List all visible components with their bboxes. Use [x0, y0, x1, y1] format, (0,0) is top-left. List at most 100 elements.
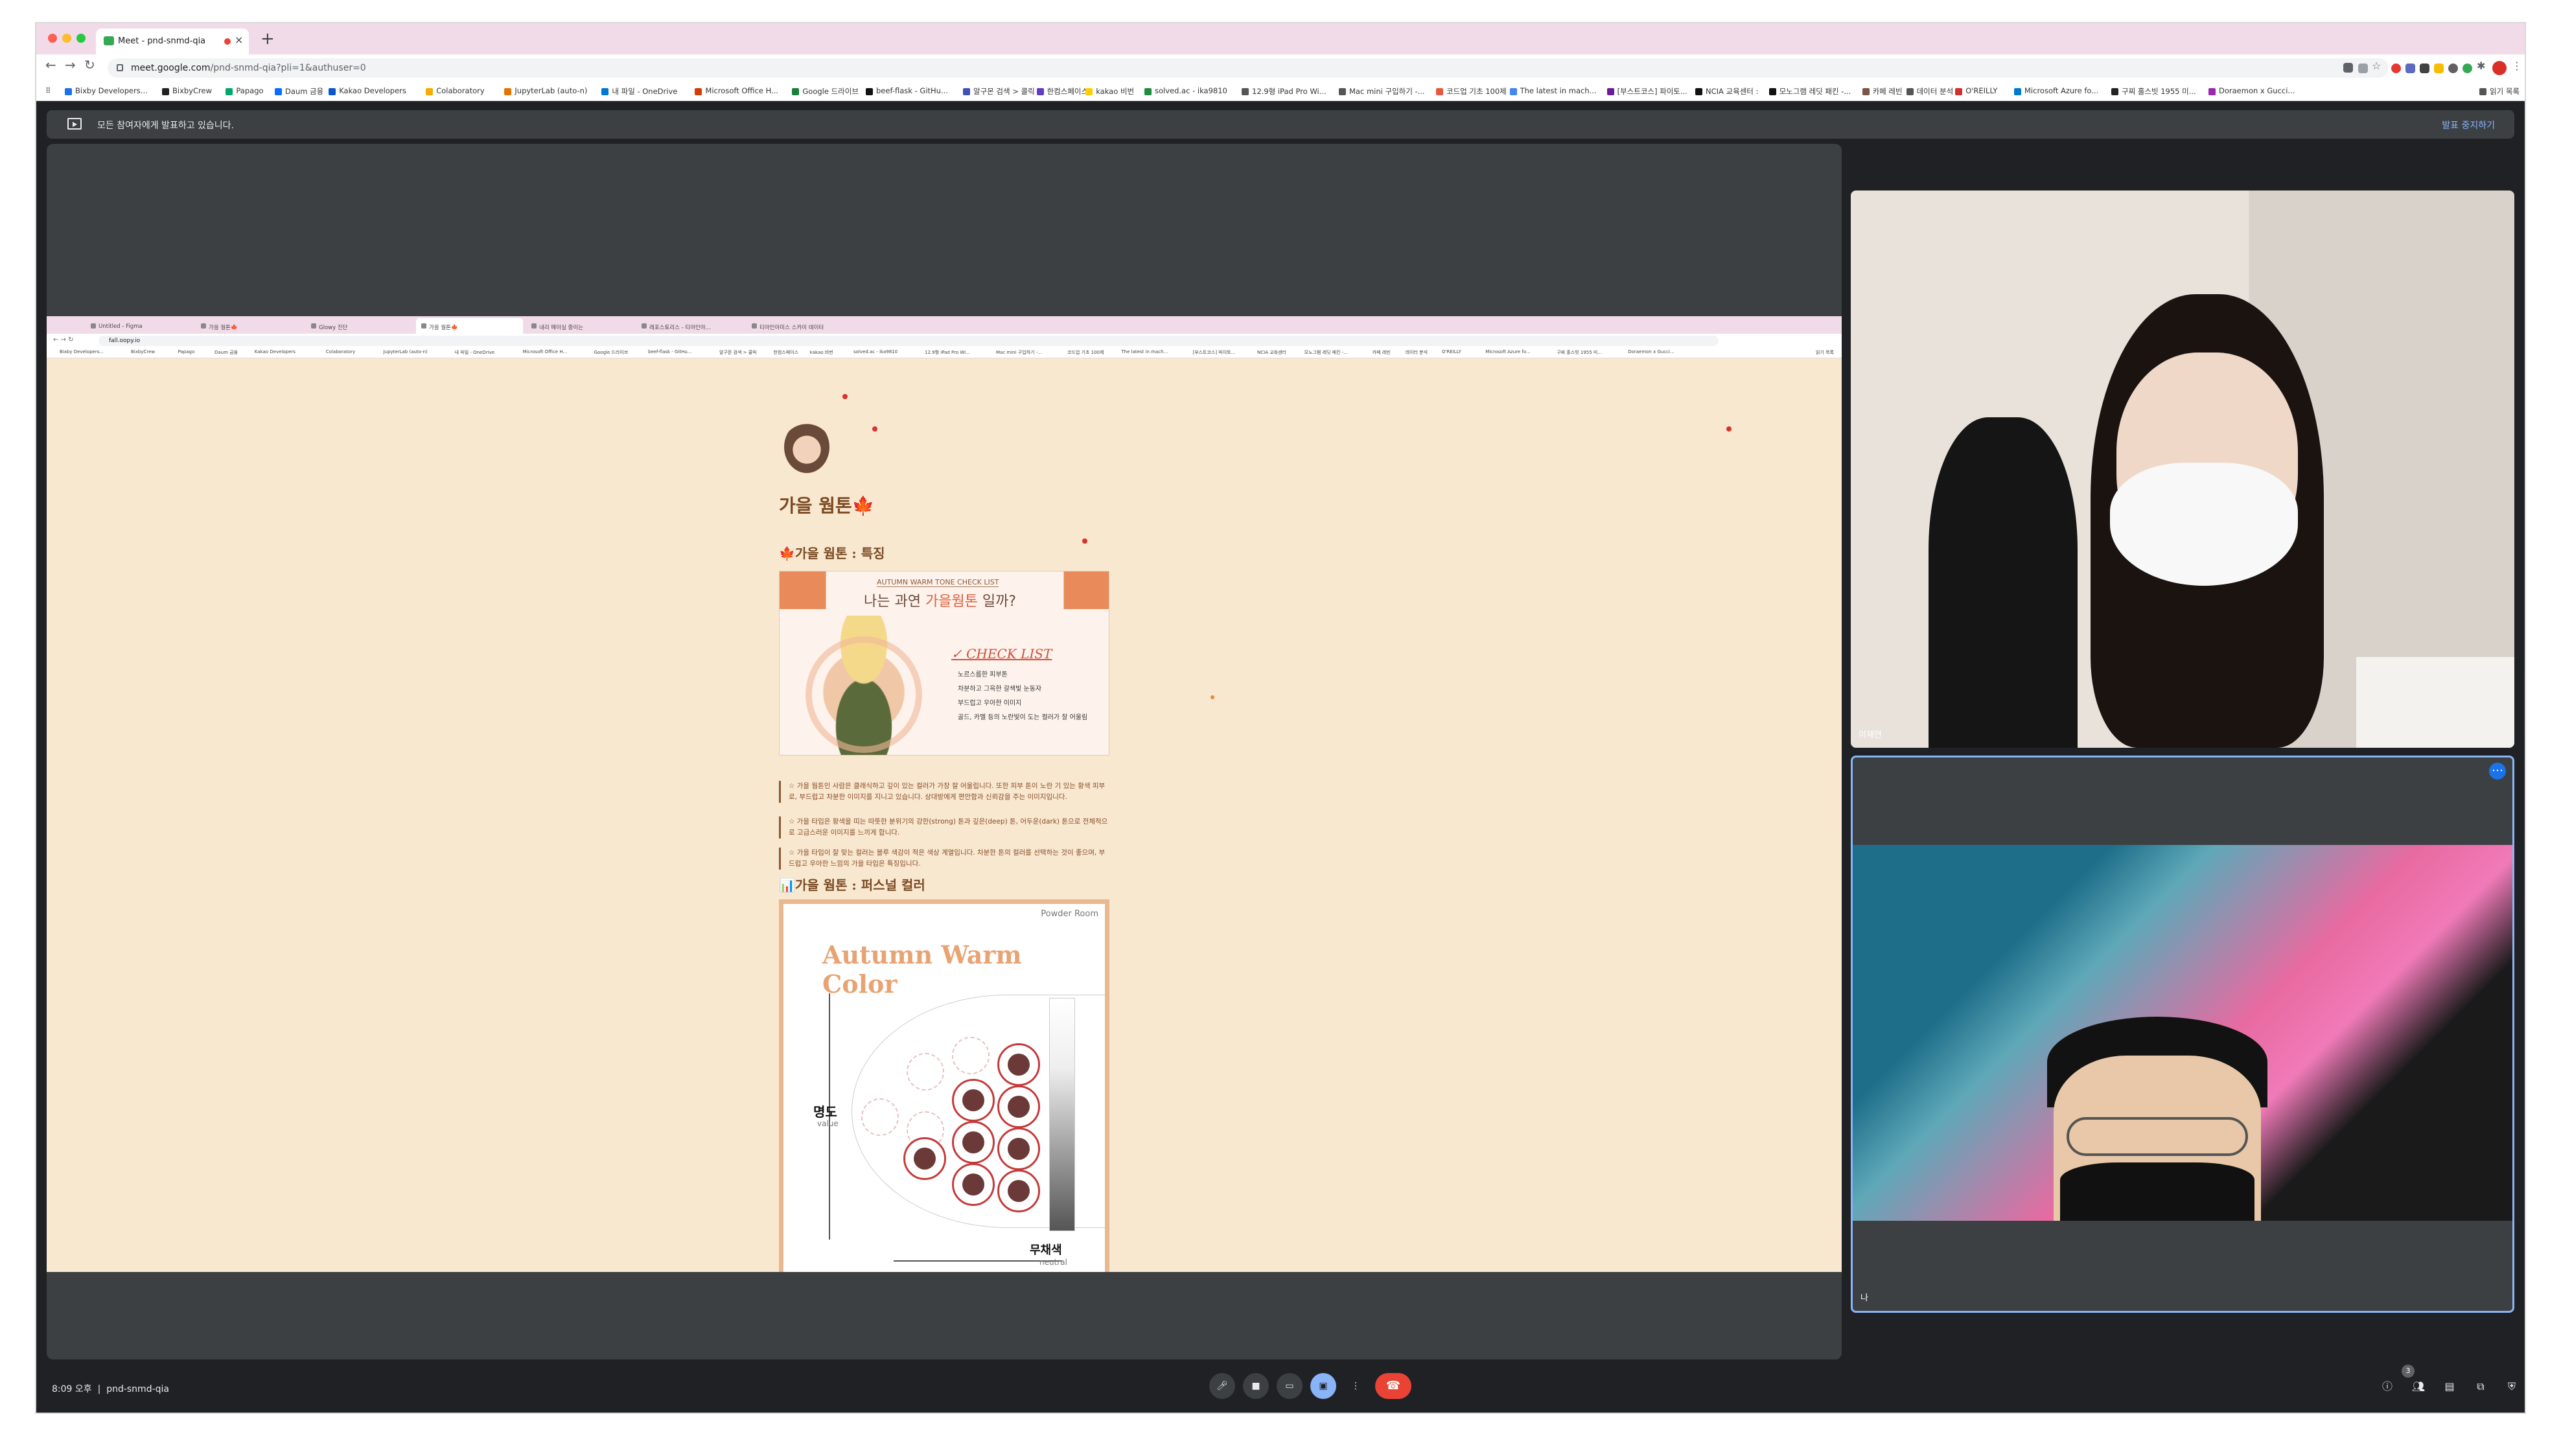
- apps-grid-icon[interactable]: ⠿: [45, 86, 51, 95]
- bookmark-label: kakao 비번: [1096, 87, 1135, 96]
- participant-tile-1[interactable]: 이재연: [1851, 191, 2514, 748]
- people-icon[interactable]: 👥︎: [2411, 1379, 2426, 1394]
- extension-red-icon[interactable]: [2391, 64, 2401, 73]
- bookmark-item[interactable]: 내 파일 - OneDrive: [601, 86, 677, 97]
- bookmark-item[interactable]: kakao 비번: [1085, 86, 1134, 97]
- bookmark-favicon-icon: [963, 88, 970, 95]
- close-tab-icon[interactable]: ×: [235, 34, 243, 46]
- shared-bookmark-item: JupyterLab (auto-n): [383, 349, 428, 354]
- extension-grey-icon[interactable]: [2448, 64, 2458, 73]
- shared-bookmark-item: kakao 비번: [809, 350, 833, 355]
- more-options-icon[interactable]: …: [2489, 762, 2506, 780]
- bookmark-item[interactable]: 카페 레빈: [1862, 86, 1903, 97]
- bookmark-item[interactable]: Daum 금융: [275, 86, 323, 97]
- bookmark-item[interactable]: The latest in mach...: [1509, 86, 1597, 95]
- bookmark-label: 읽기 목록: [2490, 87, 2520, 96]
- bookmark-item[interactable]: Doraemon x Gucci...: [2208, 86, 2295, 95]
- shared-bookmark-item: O'REILLY: [1442, 349, 1461, 354]
- microphone-button[interactable]: 🎤︎: [1209, 1373, 1235, 1399]
- bookmark-item[interactable]: Google 드라이브: [792, 86, 859, 97]
- bookmark-favicon-icon: [2208, 88, 2216, 95]
- shared-bookmark-item: Bixby Developers...: [60, 349, 104, 354]
- bookmark-item[interactable]: 데이터 분석: [1906, 86, 1953, 97]
- x-axis-arrow: [894, 1260, 1062, 1262]
- share-icon[interactable]: [2358, 64, 2368, 73]
- bookmark-item[interactable]: NCIA 교육센터 :: [1695, 86, 1758, 97]
- camera-indicator-icon[interactable]: [2343, 63, 2353, 73]
- bookmark-item[interactable]: Kakao Developers: [329, 86, 406, 95]
- host-controls-icon[interactable]: ⛨: [2504, 1379, 2520, 1394]
- present-now-button[interactable]: ▣: [1310, 1373, 1336, 1399]
- participants-count-badge: 3: [2402, 1365, 2415, 1378]
- bookmark-item[interactable]: JupyterLab (auto-n): [504, 86, 587, 95]
- bookmark-item[interactable]: beef-flask - GitHu...: [866, 86, 948, 95]
- bookmark-item[interactable]: 모노그램 레딧 패킨 -...: [1768, 86, 1851, 97]
- lock-icon: [117, 64, 123, 71]
- color-swatch: [997, 1043, 1040, 1086]
- x-axis-sublabel: neutral: [1039, 1258, 1067, 1267]
- bookmark-item[interactable]: [부스트코스] 파이토...: [1606, 86, 1687, 97]
- extension-yellow-icon[interactable]: [2434, 64, 2444, 73]
- color-swatch: [903, 1137, 946, 1180]
- faded-swatch: [907, 1053, 944, 1091]
- menu-kebab-icon[interactable]: ⋮: [2512, 60, 2522, 72]
- section-personal-color-heading: 📊가을 웜톤 : 퍼스널 컬러: [779, 877, 925, 893]
- shared-tab-favicon-icon: [421, 323, 426, 329]
- bookmarks-bar: ⠿ Bixby Developers... BixbyCrew Papago Daum…: [36, 83, 2525, 101]
- meeting-details-icon[interactable]: ⓘ: [2380, 1379, 2395, 1394]
- extension-blue-icon[interactable]: [2405, 64, 2415, 73]
- camera-button[interactable]: ■: [1243, 1373, 1269, 1399]
- participant-1-mask: [2110, 463, 2298, 586]
- check-item: 차분하고 그윽한 갈색빛 눈동자: [958, 686, 1042, 693]
- participant-1-coat: [1929, 417, 2078, 748]
- extension-green-icon[interactable]: [2462, 64, 2472, 73]
- bookmark-item[interactable]: Microsoft Azure fo...: [2014, 86, 2098, 95]
- bookmark-item[interactable]: Mac mini 구입하기 -...: [1339, 86, 1425, 97]
- shared-bookmark-item: 코드업 기초 100제: [1067, 350, 1104, 355]
- bookmark-item[interactable]: 한컴스페이스: [1036, 86, 1088, 97]
- extensions-puzzle-icon[interactable]: ✱: [2477, 60, 2485, 72]
- bookmark-item[interactable]: 코드업 기초 100제: [1436, 86, 1507, 97]
- more-options-button[interactable]: ⋮: [1343, 1373, 1369, 1399]
- tab-meet[interactable]: Meet - pnd-snmd-qia ×: [96, 29, 249, 54]
- bookmark-item[interactable]: O'REILLY: [1955, 86, 1997, 95]
- address-bar[interactable]: meet.google.com/pnd-snmd-qia?pli=1&authu…: [108, 58, 2389, 78]
- forward-icon[interactable]: →: [65, 57, 76, 73]
- extension-dark-icon[interactable]: [2420, 64, 2429, 73]
- color-swatch: [952, 1121, 995, 1164]
- leave-call-button[interactable]: ☎: [1375, 1373, 1411, 1399]
- meeting-code: pnd-snmd-qia: [106, 1384, 169, 1394]
- color-swatch: [997, 1170, 1040, 1212]
- close-window-icon[interactable]: [48, 34, 57, 43]
- activities-icon[interactable]: ⧉: [2473, 1379, 2488, 1394]
- bookmark-item[interactable]: 12.9형 iPad Pro Wi...: [1242, 86, 1327, 97]
- browser-toolbar: ← → ↻ meet.google.com/pnd-snmd-qia?pli=1…: [36, 54, 2525, 83]
- zoom-window-icon[interactable]: [76, 34, 86, 43]
- bookmark-item[interactable]: Papago: [226, 86, 264, 95]
- bookmark-item[interactable]: Colaboratory: [426, 86, 485, 95]
- bookmark-favicon-icon: [1955, 88, 1963, 95]
- chat-icon[interactable]: ▤: [2442, 1379, 2457, 1394]
- shared-tab-favicon-icon: [531, 323, 537, 329]
- bookmark-item[interactable]: Microsoft Office H...: [695, 86, 778, 95]
- new-tab-icon[interactable]: +: [261, 29, 275, 49]
- participant-tile-2[interactable]: … 나: [1851, 756, 2514, 1313]
- reload-icon[interactable]: ↻: [84, 57, 95, 73]
- bookmark-item[interactable]: BixbyCrew: [162, 86, 212, 95]
- stop-presenting-button[interactable]: 발표 중지하기: [2442, 119, 2495, 132]
- shared-bookmark-item: NCIA 교육센터: [1257, 350, 1286, 355]
- captions-button[interactable]: ▭: [1277, 1373, 1303, 1399]
- bookmark-label: Papago: [236, 86, 264, 95]
- profile-avatar[interactable]: [2492, 61, 2507, 75]
- minimize-window-icon[interactable]: [62, 34, 71, 43]
- shared-bookmark-item: 12.9형 iPad Pro Wi...: [925, 350, 970, 355]
- chart-title: Autumn Warm Color: [822, 940, 1022, 999]
- back-icon[interactable]: ←: [45, 57, 56, 73]
- bookmark-star-icon[interactable]: ☆: [2372, 60, 2381, 72]
- shared-tab-label: 가을 웜톤🍁: [209, 325, 238, 331]
- bookmark-item[interactable]: 알구몬 검색 > 콜릭: [963, 86, 1035, 97]
- bookmark-item[interactable]: solved.ac - ika9810: [1144, 86, 1227, 95]
- bookmark-item[interactable]: 구찌 홀스빗 1955 미...: [2111, 86, 2196, 97]
- bookmark-item[interactable]: Bixby Developers...: [65, 86, 148, 95]
- bookmark-item[interactable]: 읽기 목록: [2479, 86, 2520, 97]
